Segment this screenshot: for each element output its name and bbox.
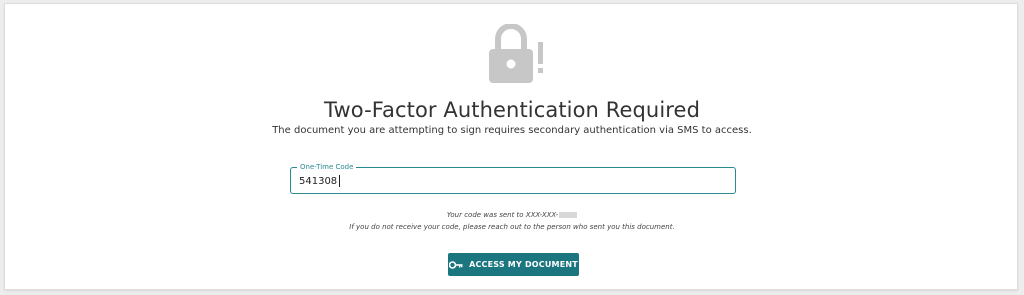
- code-sent-text: Your code was sent to XXX-XXX-: [446, 211, 559, 219]
- one-time-code-label: One-Time Code: [297, 162, 357, 172]
- auth-card: Two-Factor Authentication Required The d…: [4, 3, 1018, 290]
- key-icon: [449, 260, 463, 269]
- one-time-code-field[interactable]: One-Time Code: [290, 162, 736, 194]
- lock-alert-icon: [488, 24, 548, 86]
- page-title: Two-Factor Authentication Required: [324, 98, 700, 122]
- help-note: If you do not receive your code, please …: [349, 223, 675, 231]
- one-time-code-input[interactable]: [299, 173, 719, 189]
- text-caret: [339, 175, 340, 187]
- code-sent-note: Your code was sent to XXX-XXX-: [5, 211, 1019, 219]
- redacted-phone: [559, 212, 578, 218]
- access-document-label: ACCESS MY DOCUMENT: [469, 260, 578, 269]
- page-subtitle: The document you are attempting to sign …: [272, 125, 752, 136]
- access-document-button[interactable]: ACCESS MY DOCUMENT: [448, 253, 579, 276]
